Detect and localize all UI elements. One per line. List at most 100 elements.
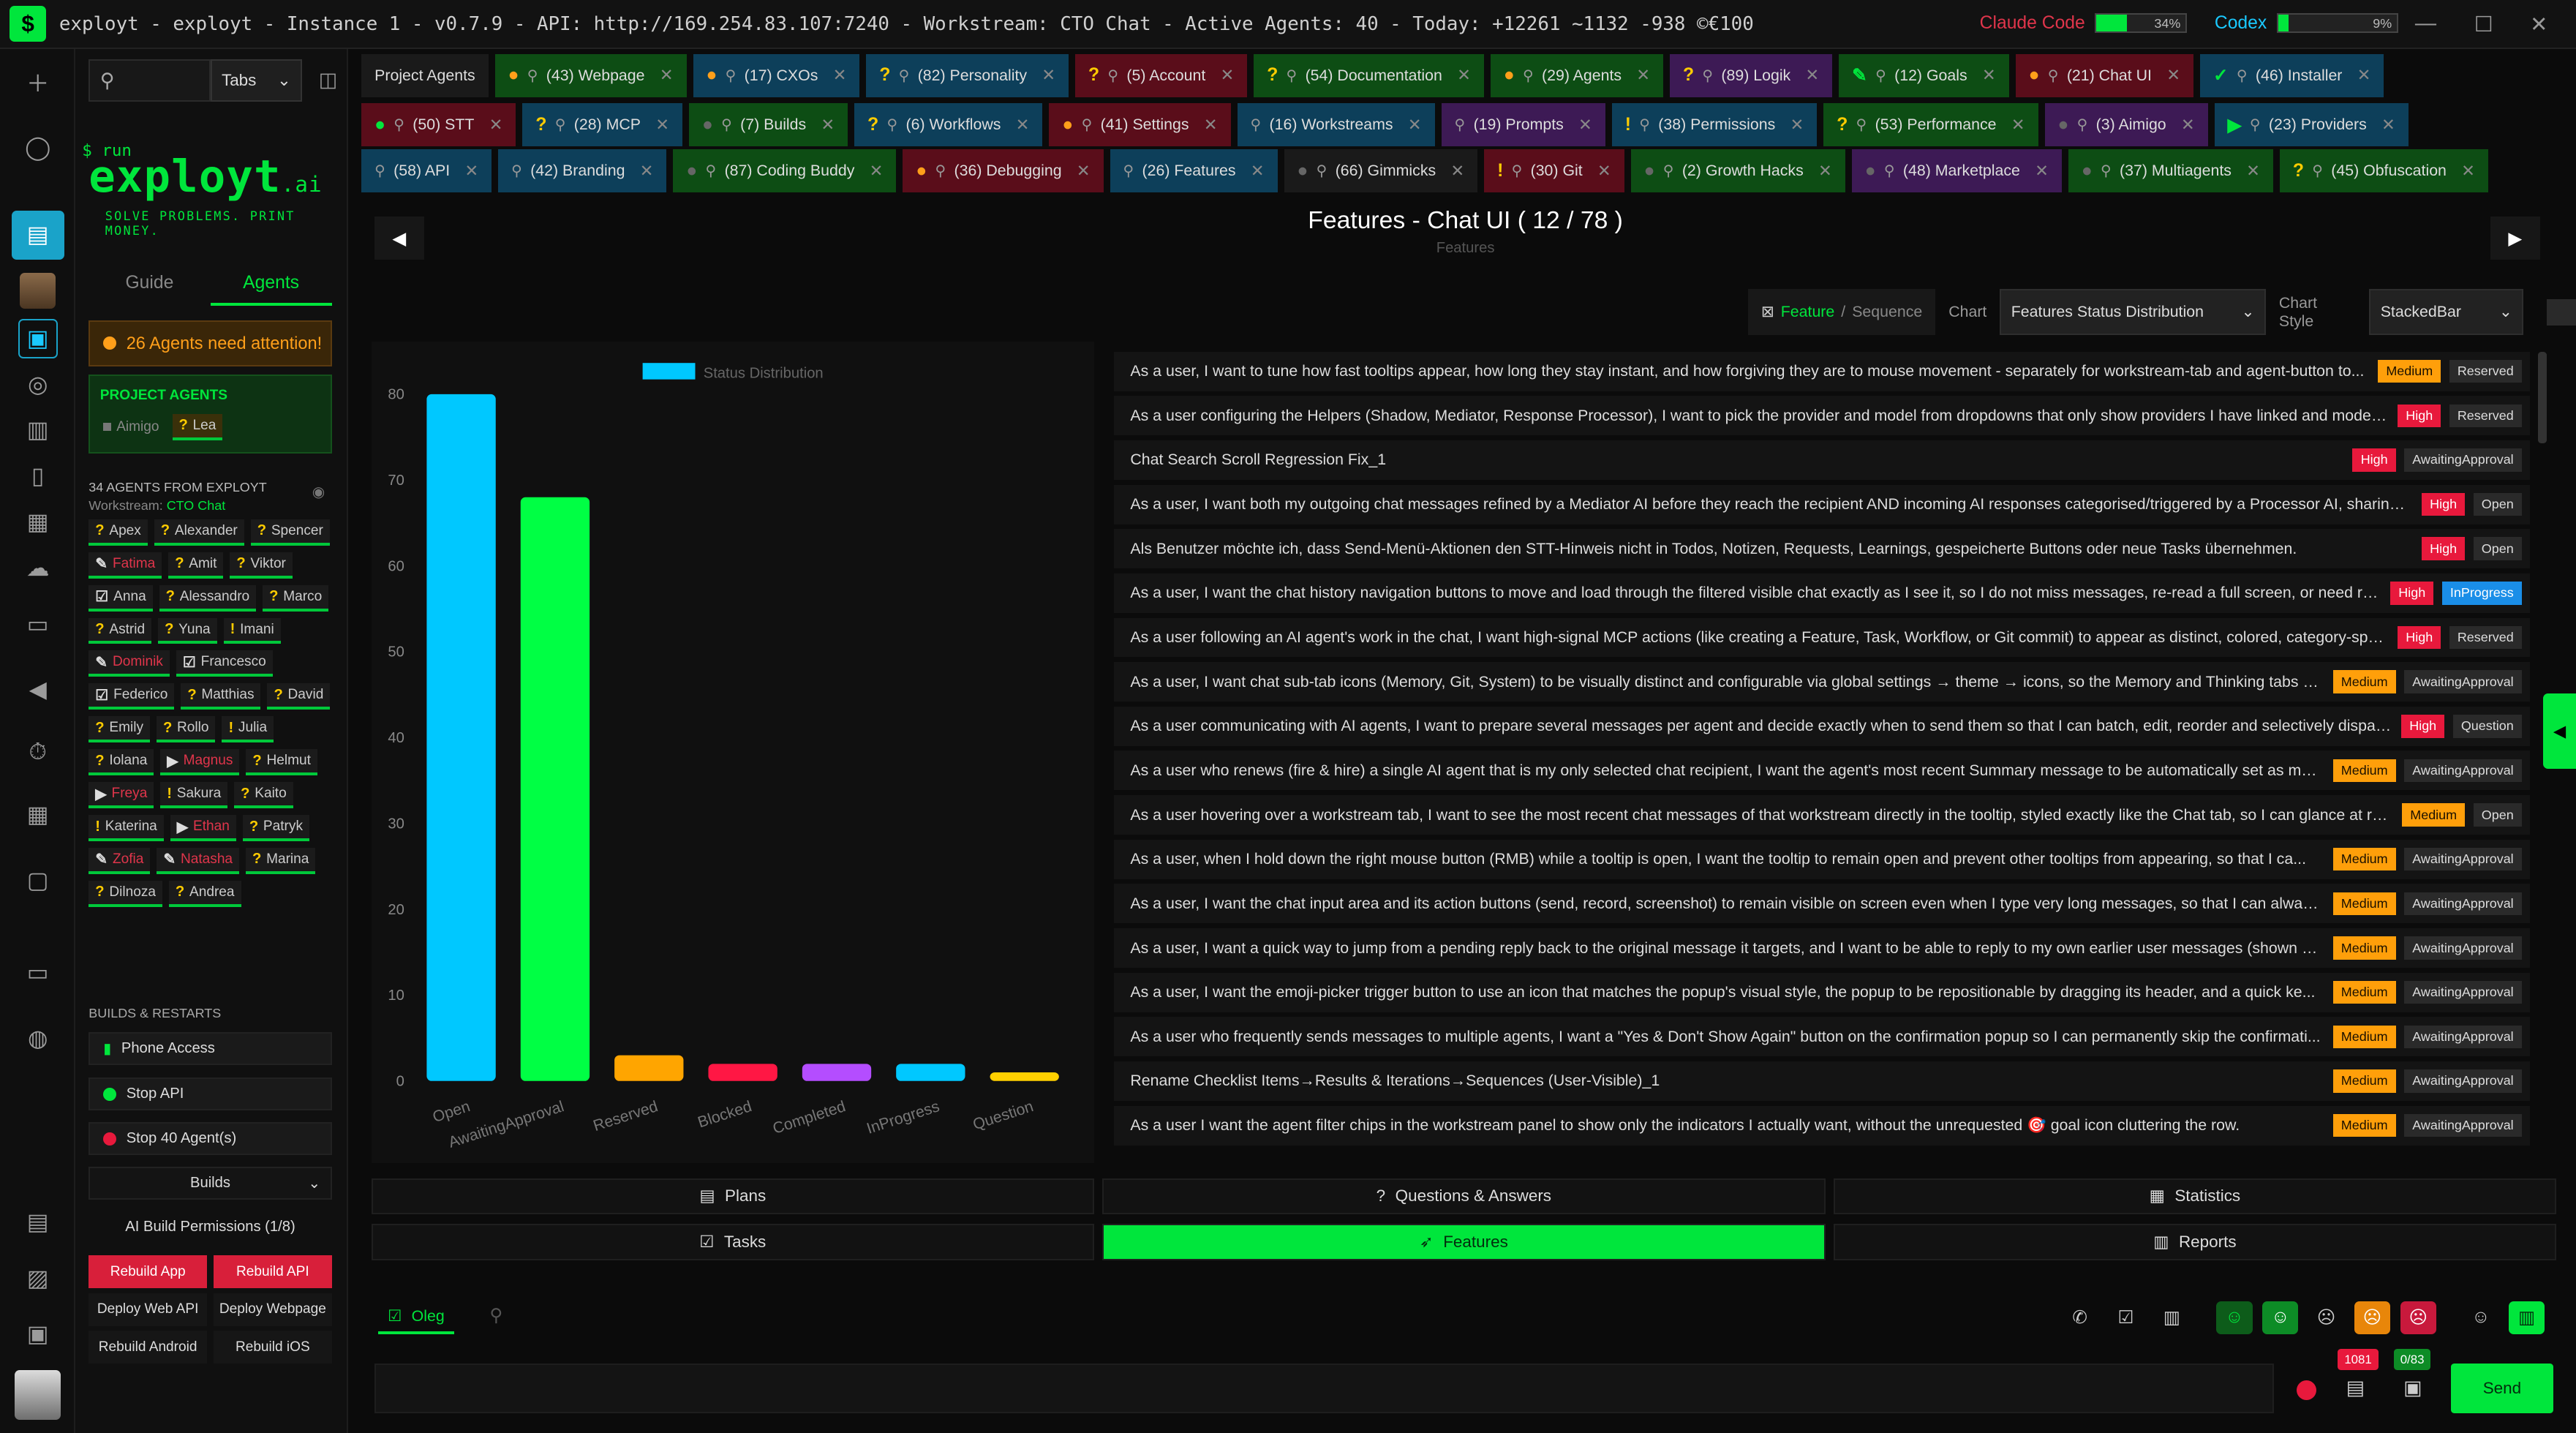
neutral-icon[interactable]: ☹ bbox=[2308, 1301, 2344, 1334]
cloud-icon[interactable]: ☁ bbox=[18, 549, 58, 588]
workstream-tab[interactable]: ● ⚲ (29) Agents ✕ bbox=[1490, 54, 1664, 97]
phone-icon[interactable]: ✆ bbox=[2062, 1301, 2098, 1334]
agent-chip[interactable]: ? Patryk bbox=[242, 815, 309, 842]
agent-avatar[interactable] bbox=[19, 272, 56, 309]
agent-chip[interactable]: ▶ Magnus bbox=[160, 749, 240, 776]
chart-options-button[interactable] bbox=[2546, 298, 2576, 326]
feature-row[interactable]: As a user who frequently sends messages … bbox=[1113, 1017, 2531, 1057]
feature-row[interactable]: As a user following an AI agent's work i… bbox=[1113, 617, 2531, 658]
attention-banner[interactable]: 26 Agents need attention! bbox=[88, 320, 332, 366]
screenshot-icon[interactable]: ▣ bbox=[2403, 1377, 2422, 1399]
chart-style-select[interactable]: StackedBar ⌄ bbox=[2369, 289, 2524, 336]
tabs-select[interactable]: Tabs ⌄ bbox=[210, 59, 303, 102]
feature-row[interactable]: Rename Checklist Items→Results & Iterati… bbox=[1113, 1061, 2531, 1101]
agent-chip[interactable]: ? Matthias bbox=[181, 683, 261, 710]
workstream-tab[interactable]: ? ⚲ (28) MCP ✕ bbox=[522, 103, 682, 146]
agent-chip[interactable]: ? Marina bbox=[246, 848, 316, 874]
close-tab-icon[interactable]: ✕ bbox=[655, 116, 669, 135]
close-tab-icon[interactable]: ✕ bbox=[1457, 66, 1471, 85]
feature-row[interactable]: As a user, I want chat sub-tab icons (Me… bbox=[1113, 662, 2531, 702]
workstream-tab[interactable]: ● ⚲ (66) Gimmicks ✕ bbox=[1284, 149, 1478, 192]
agent-chip[interactable]: ? Andrea bbox=[168, 880, 241, 907]
close-tab-icon[interactable]: ✕ bbox=[1450, 162, 1464, 181]
agent-chip[interactable]: ! Julia bbox=[222, 716, 274, 743]
workstream-tab[interactable]: ● ⚲ (7) Builds ✕ bbox=[688, 103, 848, 146]
ai-build-permissions[interactable]: AI Build Permissions (1/8) bbox=[88, 1211, 332, 1244]
phone-access-button[interactable]: ▮ Phone Access bbox=[88, 1031, 332, 1065]
document-icon[interactable]: ▥ bbox=[18, 411, 58, 451]
close-tab-icon[interactable]: ✕ bbox=[1204, 116, 1218, 135]
close-tab-icon[interactable]: ✕ bbox=[1578, 116, 1592, 135]
feature-row[interactable]: As a user, I want the emoji-picker trigg… bbox=[1113, 972, 2531, 1012]
workstream-tab[interactable]: ⚲ (42) Branding ✕ bbox=[498, 149, 667, 192]
side-panel-toggle-icon[interactable]: ◀ bbox=[2543, 693, 2576, 770]
lock-icon[interactable]: ▢ bbox=[18, 861, 58, 900]
workstream-tab[interactable]: ⚲ (19) Prompts ✕ bbox=[1441, 103, 1605, 146]
tab-guide[interactable]: Guide bbox=[88, 269, 210, 305]
workstream-tab[interactable]: ✎ ⚲ (12) Goals ✕ bbox=[1839, 54, 2009, 97]
builds-select[interactable]: Builds ⌄ bbox=[88, 1166, 332, 1200]
close-tab-icon[interactable]: ✕ bbox=[2035, 162, 2049, 181]
close-tab-icon[interactable]: ✕ bbox=[1818, 162, 1832, 181]
workstream-tab[interactable]: ● ⚲ (41) Settings ✕ bbox=[1049, 103, 1231, 146]
close-tab-icon[interactable]: ✕ bbox=[660, 66, 674, 85]
reports-button[interactable]: ▥ Reports bbox=[1833, 1224, 2557, 1260]
minimize-icon[interactable]: — bbox=[2415, 12, 2436, 36]
workstream-tab[interactable]: ✓ ⚲ (46) Installer ✕ bbox=[2199, 54, 2384, 97]
workstream-tab[interactable]: ● ⚲ (3) Aimigo ✕ bbox=[2044, 103, 2208, 146]
smile-icon[interactable]: ☺ bbox=[2262, 1301, 2299, 1334]
agent-chip[interactable]: ? Helmut bbox=[246, 749, 317, 776]
close-tab-icon[interactable]: ✕ bbox=[1220, 66, 1234, 85]
tasks-button[interactable]: ☑ Tasks bbox=[371, 1224, 1094, 1260]
workstream-tab[interactable]: ? ⚲ (6) Workflows ✕ bbox=[854, 103, 1043, 146]
close-tab-icon[interactable]: ✕ bbox=[833, 66, 847, 85]
feature-row[interactable]: As a user, I want both my outgoing chat … bbox=[1113, 484, 2531, 524]
close-tab-icon[interactable]: ✕ bbox=[1790, 116, 1804, 135]
agent-chip[interactable]: ? Alexander bbox=[154, 519, 244, 546]
close-tab-icon[interactable]: ✕ bbox=[2461, 162, 2475, 181]
workspace-icon[interactable]: ▤ bbox=[11, 210, 64, 260]
agent-chip[interactable]: ? Apex bbox=[88, 519, 148, 546]
agent-chip[interactable]: ✎ Zofia bbox=[88, 848, 151, 874]
project-agent-chip[interactable]: ? Lea bbox=[172, 413, 223, 440]
target-icon[interactable]: ◎ bbox=[18, 365, 58, 405]
agent-chip[interactable]: ? Yuna bbox=[158, 617, 217, 644]
book-icon[interactable]: ▯ bbox=[18, 456, 58, 496]
close-tab-icon[interactable]: ✕ bbox=[1251, 162, 1265, 181]
workstream-tab[interactable]: ⚲ (58) API ✕ bbox=[361, 149, 492, 192]
agent-chip[interactable]: ? Rollo bbox=[156, 716, 216, 743]
rebuild-app-button[interactable]: Rebuild App bbox=[88, 1255, 207, 1288]
seg-feature[interactable]: Feature bbox=[1781, 303, 1835, 321]
workstream-tab[interactable]: ● ⚲ (43) Webpage ✕ bbox=[494, 54, 687, 97]
feature-row[interactable]: As a user I want the agent filter chips … bbox=[1113, 1105, 2531, 1146]
building-icon[interactable]: ▦ bbox=[18, 795, 58, 835]
feature-row[interactable]: As a user, I want a quick way to jump fr… bbox=[1113, 928, 2531, 968]
statistics-button[interactable]: ▦ Statistics bbox=[1833, 1178, 2557, 1214]
workstream-tab[interactable]: ● ⚲ (21) Chat UI ✕ bbox=[2015, 54, 2193, 97]
megaphone-icon[interactable]: ◀ bbox=[18, 670, 58, 710]
feature-row[interactable]: As a user, when I hold down the right mo… bbox=[1113, 839, 2531, 879]
close-tab-icon[interactable]: ✕ bbox=[489, 116, 503, 135]
user-avatar[interactable] bbox=[15, 1370, 61, 1420]
workstream-tab[interactable]: ⚲ (16) Workstreams ✕ bbox=[1237, 103, 1435, 146]
workstream-tab[interactable]: Project Agents bbox=[361, 54, 489, 97]
agent-chip[interactable]: ? Dilnoza bbox=[88, 880, 162, 907]
translate-icon[interactable]: ▨ bbox=[18, 1259, 58, 1298]
panel-toggle-icon[interactable]: ◫ bbox=[319, 69, 337, 91]
next-arrow-icon[interactable]: ▶ bbox=[2490, 217, 2540, 260]
close-tab-icon[interactable]: ✕ bbox=[1077, 162, 1091, 181]
checklist-icon[interactable]: ☑ bbox=[2108, 1301, 2144, 1334]
agent-chip[interactable]: ? Alessandro bbox=[159, 584, 257, 612]
send-button[interactable]: Send bbox=[2451, 1364, 2553, 1413]
agent-chip[interactable]: ? Spencer bbox=[250, 519, 330, 546]
close-tab-icon[interactable]: ✕ bbox=[2166, 66, 2180, 85]
maximize-icon[interactable]: ☐ bbox=[2474, 12, 2493, 37]
calendar-icon[interactable]: ▣ bbox=[18, 318, 58, 358]
globe-icon[interactable]: ◍ bbox=[18, 1019, 58, 1058]
plans-button[interactable]: ▤ Plans bbox=[371, 1178, 1094, 1214]
chat-icon[interactable]: ◯ bbox=[18, 128, 58, 168]
workstream-tab[interactable]: ? ⚲ (54) Documentation ✕ bbox=[1254, 54, 1484, 97]
workstream-tab[interactable]: ? ⚲ (89) Logik ✕ bbox=[1670, 54, 1833, 97]
record-icon[interactable] bbox=[2297, 1380, 2317, 1400]
chart-icon[interactable]: ▥ bbox=[2508, 1301, 2545, 1334]
